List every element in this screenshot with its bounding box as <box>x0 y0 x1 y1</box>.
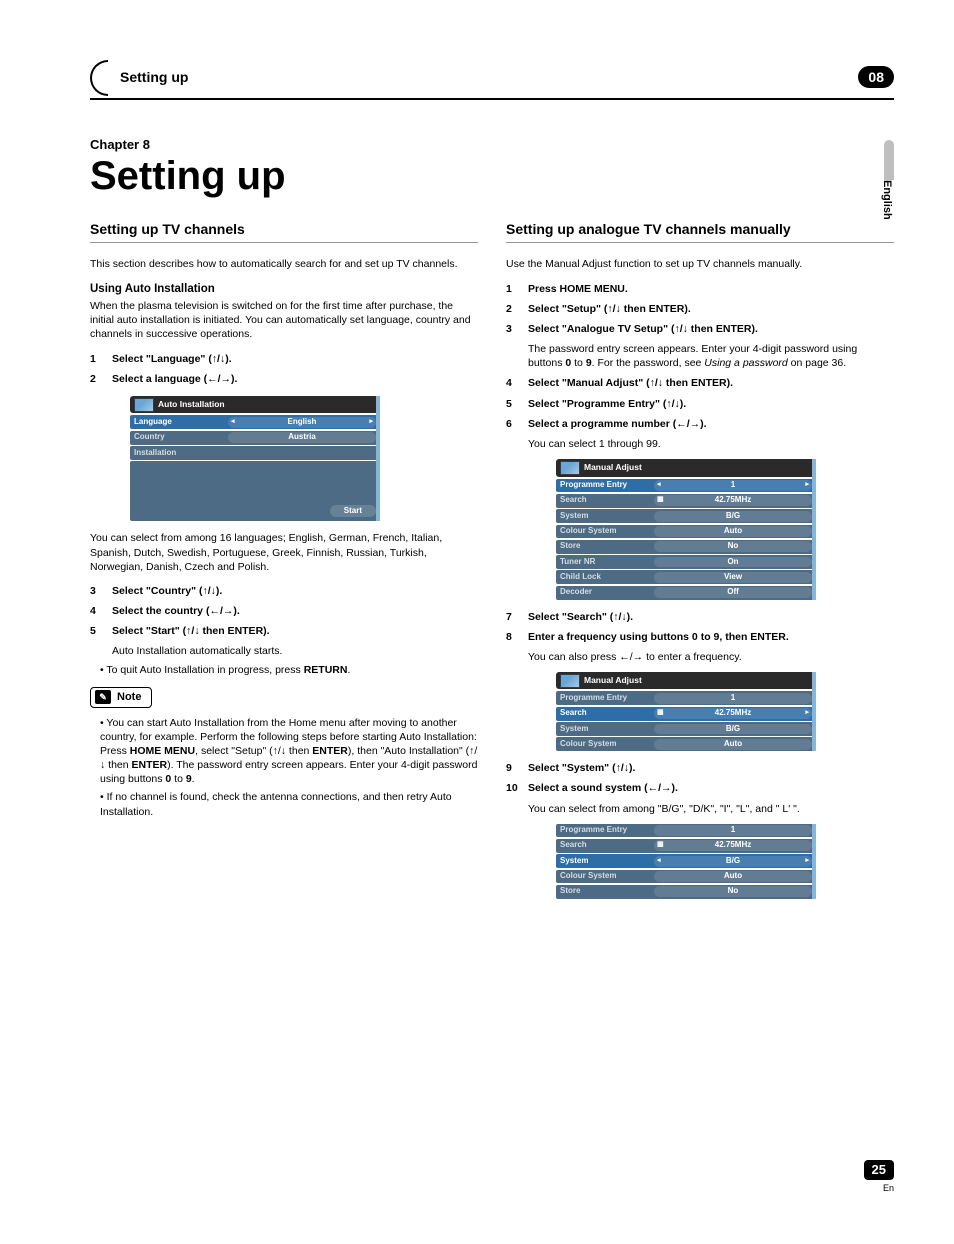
subheading: Using Auto Installation <box>90 282 478 298</box>
step-2: 2Select a language (←/→). <box>90 372 478 386</box>
step-1: 1Select "Language" (↑/↓). <box>90 352 478 366</box>
intro-text: Use the Manual Adjust function to set up… <box>506 257 894 271</box>
osd-auto-installation: Auto Installation Language English Count… <box>130 396 380 521</box>
step-1: 1Press HOME MENU. <box>506 282 894 296</box>
osd-row: DecoderOff <box>556 586 816 600</box>
osd-row: Colour SystemAuto <box>556 737 816 751</box>
osd-row-country: Country Austria <box>130 431 380 445</box>
osd-row: Search42.75MHz <box>556 494 816 508</box>
osd-row: Programme Entry1 <box>556 691 816 705</box>
step-5: 5Select "Start" (↑/↓ then ENTER). <box>90 624 478 638</box>
note-item-2: If no channel is found, check the antenn… <box>100 790 478 818</box>
step-3-follow: The password entry screen appears. Enter… <box>528 342 894 370</box>
header-tab-shape <box>90 60 108 96</box>
step-7: 7Select "Search" (↑/↓). <box>506 610 894 624</box>
osd-row: Child LockView <box>556 570 816 584</box>
step-5-follow: Auto Installation automatically starts. <box>112 644 478 658</box>
osd-start-area: Start <box>130 461 380 521</box>
left-column: Setting up TV channels This section desc… <box>90 220 478 909</box>
pencil-icon: ✎ <box>95 690 111 704</box>
step-6: 6Select a programme number (←/→). <box>506 417 894 431</box>
osd-row: SystemB/G <box>556 722 816 736</box>
page-number: 25 <box>864 1160 894 1180</box>
languages-text: You can select from among 16 languages; … <box>90 531 478 574</box>
footer-lang: En <box>864 1182 894 1194</box>
note-heading: ✎ Note <box>90 687 152 708</box>
step-10: 10Select a sound system (←/→). <box>506 781 894 795</box>
step-9: 9Select "System" (↑/↓). <box>506 761 894 775</box>
osd-row: StoreNo <box>556 540 816 554</box>
step-4: 4Select "Manual Adjust" (↑/↓ then ENTER)… <box>506 376 894 390</box>
section-title: Setting up TV channels <box>90 220 478 244</box>
step-8: 8Enter a frequency using buttons 0 to 9,… <box>506 630 894 644</box>
osd-title: Auto Installation <box>130 396 380 413</box>
sub-intro: When the plasma television is switched o… <box>90 299 478 342</box>
bullet-quit: To quit Auto Installation in progress, p… <box>100 663 478 677</box>
osd-row: Search42.75MHz <box>556 707 816 721</box>
note-item-1: You can start Auto Installation from the… <box>100 716 478 787</box>
step-4: 4Select the country (←/→). <box>90 604 478 618</box>
intro-text: This section describes how to automatica… <box>90 257 478 271</box>
note-box: ✎ Note You can start Auto Installation f… <box>90 687 478 819</box>
osd-row: Tuner NROn <box>556 555 816 569</box>
running-title: Setting up <box>120 68 188 87</box>
osd-row-installation: Installation <box>130 446 380 460</box>
osd-row: Programme Entry1 <box>556 479 816 493</box>
osd-row: SystemB/G <box>556 509 816 523</box>
osd-row: Colour SystemAuto <box>556 525 816 539</box>
osd-row: SystemB/G <box>556 854 816 868</box>
page-footer: 25 En <box>864 1160 894 1194</box>
osd-title: Manual Adjust <box>556 672 816 689</box>
osd-row-language: Language English <box>130 415 380 429</box>
osd-start-button: Start <box>330 505 376 518</box>
osd-manual-adjust-search: Manual Adjust Programme Entry1 Search42.… <box>556 672 816 751</box>
page-title: Setting up <box>90 156 894 196</box>
section-title: Setting up analogue TV channels manually <box>506 220 894 244</box>
right-column: Setting up analogue TV channels manually… <box>506 220 894 909</box>
osd-title: Manual Adjust <box>556 459 816 476</box>
running-header: Setting up 08 <box>90 60 894 100</box>
osd-row: Colour SystemAuto <box>556 870 816 884</box>
osd-manual-adjust-system: Programme Entry1 Search42.75MHz SystemB/… <box>556 824 816 899</box>
side-tab-gray <box>884 140 894 180</box>
step-2: 2Select "Setup" (↑/↓ then ENTER). <box>506 302 894 316</box>
step-8-follow: You can also press ←/→ to enter a freque… <box>528 650 894 664</box>
osd-manual-adjust-full: Manual Adjust Programme Entry1 Search42.… <box>556 459 816 599</box>
step-10-follow: You can select from among "B/G", "D/K", … <box>528 802 894 816</box>
step-3: 3Select "Country" (↑/↓). <box>90 584 478 598</box>
osd-row: Search42.75MHz <box>556 839 816 853</box>
chapter-badge: 08 <box>858 66 894 89</box>
osd-row: Programme Entry1 <box>556 824 816 838</box>
chapter-label: Chapter 8 <box>90 136 894 154</box>
step-3: 3Select "Analogue TV Setup" (↑/↓ then EN… <box>506 322 894 336</box>
step-5: 5Select "Programme Entry" (↑/↓). <box>506 397 894 411</box>
osd-row: StoreNo <box>556 885 816 899</box>
step-6-follow: You can select 1 through 99. <box>528 437 894 451</box>
note-label: Note <box>117 690 141 705</box>
side-language-tab: English <box>879 180 894 220</box>
